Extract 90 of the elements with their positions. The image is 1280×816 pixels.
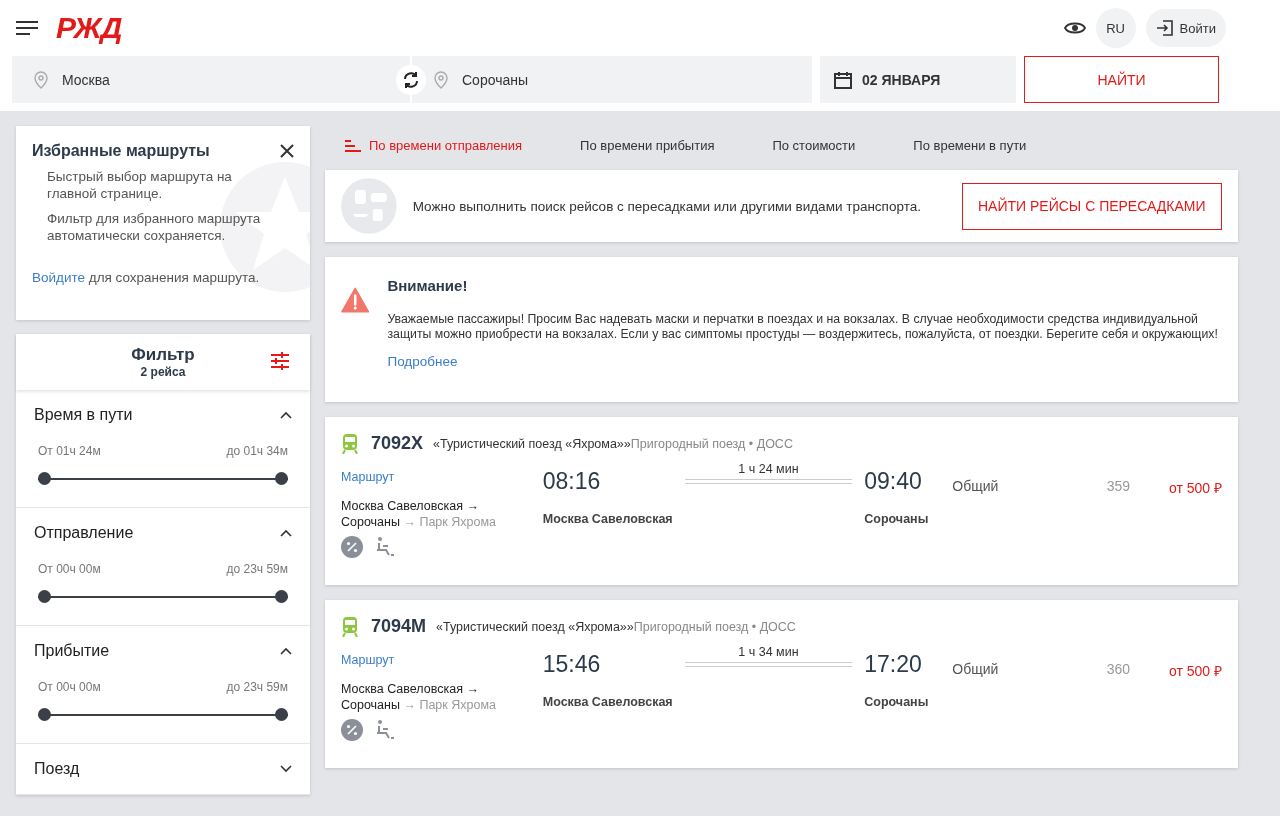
to-field[interactable]: Сорочаны [412, 56, 812, 103]
discount-icon [341, 536, 363, 558]
discount-icon [341, 719, 363, 741]
language-button[interactable]: RU [1095, 8, 1136, 48]
from-field[interactable]: Москва [12, 56, 410, 103]
seat-icon [375, 536, 395, 556]
sort-tab[interactable]: По времени в пути [913, 138, 1027, 153]
route-link[interactable]: Маршрут [341, 653, 543, 667]
favorites-text: Быстрый выбор маршрута на главной странице. [47, 168, 233, 202]
train-icon [341, 433, 359, 454]
train-card[interactable]: 7092Х «Туристический поезд «Яхрома»»Пригородный поезд • ДОСС Маршрут Москва Савеловская → Сорочаны → Парк Яхрома 08:16 1 ч 24 мин 09:40 Москва Савеловская Сорочаны Общий 359 от 500 ₽ [325, 417, 1238, 585]
calendar-icon [834, 70, 852, 89]
eye-icon[interactable] [1063, 21, 1086, 35]
notice-text: Уважаемые пассажиры! Просим Вас надевать маски и перчатки в поездах и на вокзалах. В случае необходимости средства индивидуальной защиты можно приобрести на вокзалах. Если у вас симптомы простуды — воздержитесь, пожалуйста, от поездки. Берегите себя и окружающих! [387, 312, 1219, 342]
slider-thumb[interactable] [38, 590, 51, 603]
slider-thumb[interactable] [275, 708, 288, 721]
close-icon[interactable] [280, 144, 294, 158]
filter-section-title[interactable]: Поезд [34, 760, 80, 778]
train-name: «Туристический поезд «Яхрома»» [433, 436, 631, 451]
train-number: 7094М [371, 616, 427, 637]
arrival-time: 17:20 [864, 650, 923, 678]
train-card[interactable]: 7094М «Туристический поезд «Яхрома»»Пригородный поезд • ДОСС Маршрут Москва Савеловская → Сорочаны → Парк Яхрома 15:46 1 ч 34 мин 17:20 Москва Савеловская Сорочаны Общий 360 от 500 ₽ [325, 600, 1238, 768]
transfer-search-button[interactable]: НАЙТИ РЕЙСЫ С ПЕРЕСАДКАМИ [961, 182, 1222, 230]
chevron-icon[interactable] [280, 411, 292, 419]
arrival-time: 09:40 [864, 467, 923, 495]
arrival-station: Сорочаны [864, 695, 929, 710]
route-destination: Сорочаны [341, 515, 400, 529]
filter-section-title[interactable]: Время в пути [34, 406, 133, 424]
sort-tab[interactable]: По времени прибытия [580, 138, 715, 153]
location-pin-icon [434, 70, 448, 89]
train-number: 7092Х [371, 433, 424, 454]
favorites-text: Фильтр для избранного маршрута автоматически сохраняется. [47, 210, 262, 244]
range-from-label: От 00ч 00м [38, 562, 101, 576]
sort-icon [345, 139, 361, 152]
departure-station: Москва Савеловская [542, 695, 673, 710]
slider-thumb[interactable] [38, 708, 51, 721]
location-pin-icon [34, 70, 48, 89]
seat-icon [375, 719, 395, 739]
notice-title: Внимание! [387, 277, 469, 294]
trip-duration: 1 ч 24 мин [738, 462, 799, 477]
sort-tab[interactable]: По времени отправления [345, 138, 523, 153]
range-to-label: до 23ч 59м [226, 680, 288, 694]
slider-thumb[interactable] [38, 472, 51, 485]
car-class: Общий [952, 660, 1000, 679]
departure-station: Москва Савеловская [542, 512, 673, 527]
filter-title: Фильтр [131, 345, 195, 365]
route-end: → Парк Яхрома [403, 698, 496, 712]
route-start: Москва Савеловская → [341, 681, 480, 697]
train-name: «Туристический поезд «Яхрома»» [436, 619, 634, 634]
trip-duration: 1 ч 34 мин [738, 645, 799, 660]
menu-icon[interactable] [16, 20, 38, 36]
train-type: Пригородный поезд • ДОСС [633, 619, 796, 634]
range-from-label: От 01ч 24м [38, 444, 101, 458]
slider-thumb[interactable] [275, 590, 288, 603]
train-icon [341, 616, 359, 637]
slider-thumb[interactable] [275, 472, 288, 485]
range-to-label: до 23ч 59м [226, 562, 288, 576]
range-to-label: до 01ч 34м [226, 444, 288, 458]
route-link[interactable]: Маршрут [341, 470, 543, 484]
car-class: Общий [952, 477, 1000, 496]
login-link[interactable]: Войдите [32, 270, 85, 285]
route-destination: Сорочаны [341, 698, 400, 712]
favorites-title: Избранные маршруты [32, 142, 210, 160]
sliders-icon[interactable] [270, 352, 290, 370]
result-count: 2 рейса [139, 365, 187, 379]
chevron-icon[interactable] [280, 529, 292, 537]
logo[interactable]: РЖД [56, 11, 122, 45]
favorites-hint: для сохранения маршрута. [88, 270, 260, 285]
arrival-station: Сорочаны [864, 512, 929, 527]
date-field[interactable]: 02 ЯНВАРЯ [820, 56, 1016, 103]
chevron-icon[interactable] [280, 765, 292, 773]
range-from-label: От 00ч 00м [38, 680, 101, 694]
route-end: → Парк Яхрома [403, 515, 496, 529]
ticket-price[interactable]: от 500 ₽ [1130, 647, 1222, 713]
seat-count: 360 [1105, 660, 1131, 679]
login-icon [1155, 19, 1174, 37]
chevron-icon[interactable] [280, 647, 292, 655]
filter-section-title[interactable]: Отправление [34, 524, 134, 542]
sort-tab[interactable]: По стоимости [772, 138, 856, 153]
search-button[interactable]: НАЙТИ [1024, 56, 1219, 103]
route-start: Москва Савеловская → [341, 498, 480, 514]
more-link[interactable]: Подробнее [387, 354, 458, 369]
train-type: Пригородный поезд • ДОСС [630, 436, 793, 451]
departure-time: 08:16 [542, 467, 602, 495]
login-button[interactable]: Войти [1145, 9, 1226, 47]
seat-count: 359 [1105, 477, 1131, 496]
ticket-price[interactable]: от 500 ₽ [1130, 464, 1222, 530]
transfer-info: Можно выполнить поиск рейсов с пересадками или другими видами транспорта. [412, 197, 922, 215]
filter-section-title[interactable]: Прибытие [34, 642, 110, 660]
departure-time: 15:46 [542, 650, 602, 678]
